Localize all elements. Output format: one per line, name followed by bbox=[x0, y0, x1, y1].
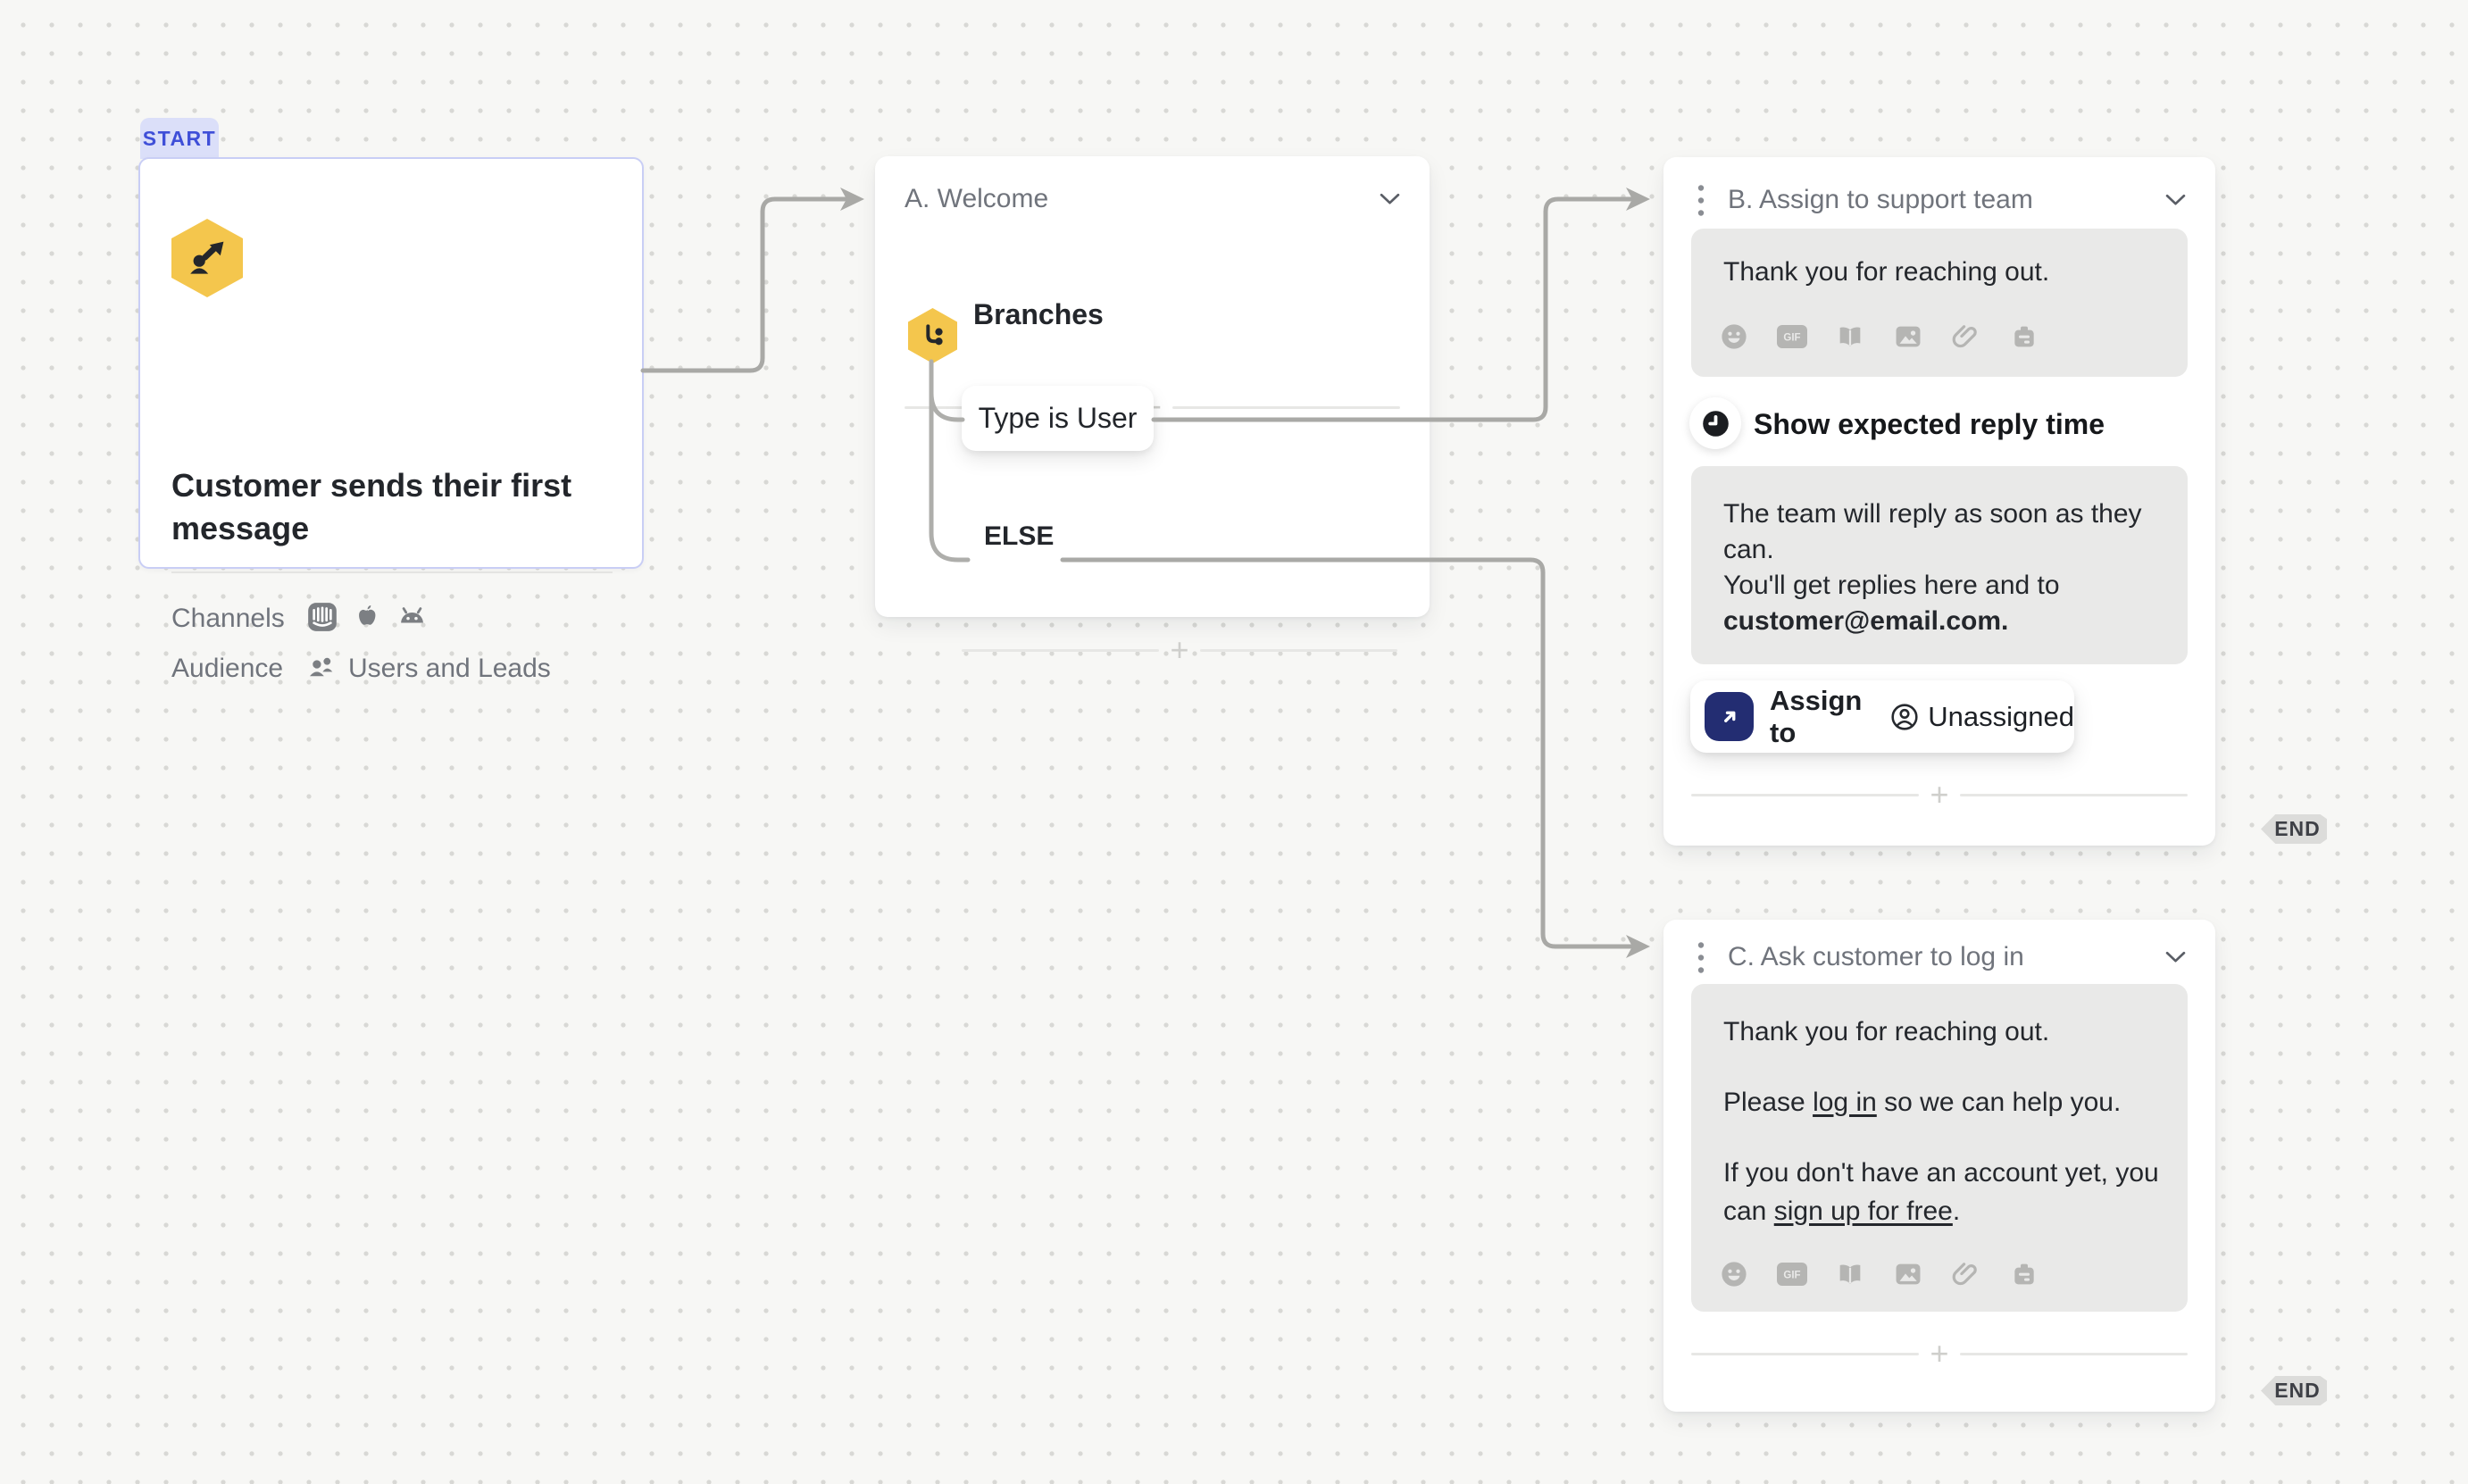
add-step-button[interactable]: + bbox=[1919, 779, 1959, 811]
node-a-card[interactable]: A. Welcome + Branches Type is User + ELS… bbox=[875, 156, 1430, 617]
attachment-icon[interactable] bbox=[1951, 1260, 1981, 1288]
image-icon[interactable] bbox=[1893, 321, 1923, 352]
audience-label: Audience bbox=[171, 654, 305, 684]
arrowhead-a bbox=[840, 188, 864, 211]
end-badge-c: END bbox=[2261, 1376, 2327, 1405]
node-a-title[interactable]: A. Welcome bbox=[905, 184, 1380, 214]
unassigned-avatar-icon bbox=[1889, 702, 1920, 732]
node-b-card[interactable]: B. Assign to support team Thank you for … bbox=[1663, 157, 2215, 846]
assign-icon bbox=[1705, 692, 1754, 741]
svg-text:GIF: GIF bbox=[1783, 333, 1800, 344]
arrowhead-b bbox=[1626, 188, 1650, 211]
audience-value: Users and Leads bbox=[348, 654, 551, 684]
apple-channel-icon bbox=[354, 603, 381, 635]
new-conversation-icon bbox=[171, 219, 243, 297]
audience-row: Audience Users and Leads bbox=[171, 648, 551, 689]
add-step-divider: + bbox=[1691, 777, 2188, 813]
add-step-divider: + bbox=[1691, 1336, 2188, 1371]
message-text: Thank you for reaching out. bbox=[1723, 257, 2049, 288]
message-composer-block[interactable]: Thank you for reaching out. GIF bbox=[1691, 229, 2188, 377]
article-icon[interactable] bbox=[1835, 1260, 1865, 1288]
attachment-icon[interactable] bbox=[1951, 322, 1981, 351]
intercom-channel-icon bbox=[305, 600, 339, 638]
add-branch-step-divider: + bbox=[962, 632, 1397, 668]
gif-icon[interactable]: GIF bbox=[1777, 1263, 1807, 1286]
chevron-down-icon[interactable] bbox=[2165, 951, 2186, 963]
channels-label: Channels bbox=[171, 604, 305, 634]
composer-toolbar: GIF bbox=[1719, 1259, 2039, 1289]
chevron-down-icon[interactable] bbox=[2165, 194, 2186, 206]
node-c-title[interactable]: C. Ask customer to log in bbox=[1728, 942, 2165, 972]
assign-step-chip[interactable]: Assign to Unassigned bbox=[1690, 680, 2074, 753]
macro-icon[interactable] bbox=[2009, 322, 2039, 351]
emoji-icon[interactable] bbox=[1719, 1259, 1749, 1289]
message-text: Thank you for reaching out.Please log in… bbox=[1723, 1013, 2159, 1230]
channels-row: Channels bbox=[171, 598, 429, 639]
image-icon[interactable] bbox=[1893, 1259, 1923, 1289]
end-badge-b: END bbox=[2261, 814, 2327, 844]
branch-condition-chip[interactable]: Type is User bbox=[962, 386, 1154, 451]
node-c-card[interactable]: C. Ask customer to log in Thank you for … bbox=[1663, 920, 2215, 1412]
reply-time-message-block[interactable]: The team will reply as soon as theycan.Y… bbox=[1691, 466, 2188, 664]
article-icon[interactable] bbox=[1835, 322, 1865, 351]
reply-time-message-text: The team will reply as soon as theycan.Y… bbox=[1723, 496, 2142, 639]
start-title-divider bbox=[171, 571, 613, 573]
message-composer-block[interactable]: Thank you for reaching out.Please log in… bbox=[1691, 984, 2188, 1312]
workflow-canvas[interactable]: START Customer sends their first message… bbox=[0, 0, 2468, 1484]
start-node-card[interactable]: Customer sends their first message Chann… bbox=[138, 157, 644, 569]
macro-icon[interactable] bbox=[2009, 1260, 2039, 1288]
gif-icon[interactable]: GIF bbox=[1777, 325, 1807, 348]
arrowhead-c bbox=[1626, 935, 1650, 958]
assign-label: Assign to bbox=[1770, 685, 1881, 749]
connector-start-to-a bbox=[643, 199, 845, 371]
chevron-down-icon[interactable] bbox=[1380, 193, 1400, 205]
add-step-button[interactable]: + bbox=[1919, 1338, 1959, 1370]
people-icon bbox=[305, 651, 338, 688]
add-branch-step-button[interactable]: + bbox=[1159, 634, 1199, 666]
drag-handle-icon[interactable] bbox=[1697, 941, 1705, 974]
branches-icon bbox=[908, 308, 957, 363]
node-b-title[interactable]: B. Assign to support team bbox=[1728, 185, 2165, 215]
emoji-icon[interactable] bbox=[1719, 321, 1749, 352]
branches-label: Branches bbox=[973, 298, 1104, 331]
drag-handle-icon[interactable] bbox=[1697, 184, 1705, 217]
assignee-value[interactable]: Unassigned bbox=[1928, 701, 2074, 733]
start-badge: START bbox=[140, 118, 219, 159]
start-node-title: Customer sends their first message bbox=[171, 464, 631, 550]
android-channel-icon bbox=[396, 600, 429, 638]
reply-time-step-icon bbox=[1689, 397, 1741, 449]
reply-time-label: Show expected reply time bbox=[1754, 408, 2105, 441]
else-branch-label[interactable]: ELSE bbox=[984, 521, 1054, 552]
connector-else-to-c bbox=[1063, 560, 1630, 946]
composer-toolbar: GIF bbox=[1719, 321, 2039, 352]
svg-text:GIF: GIF bbox=[1783, 1271, 1800, 1281]
